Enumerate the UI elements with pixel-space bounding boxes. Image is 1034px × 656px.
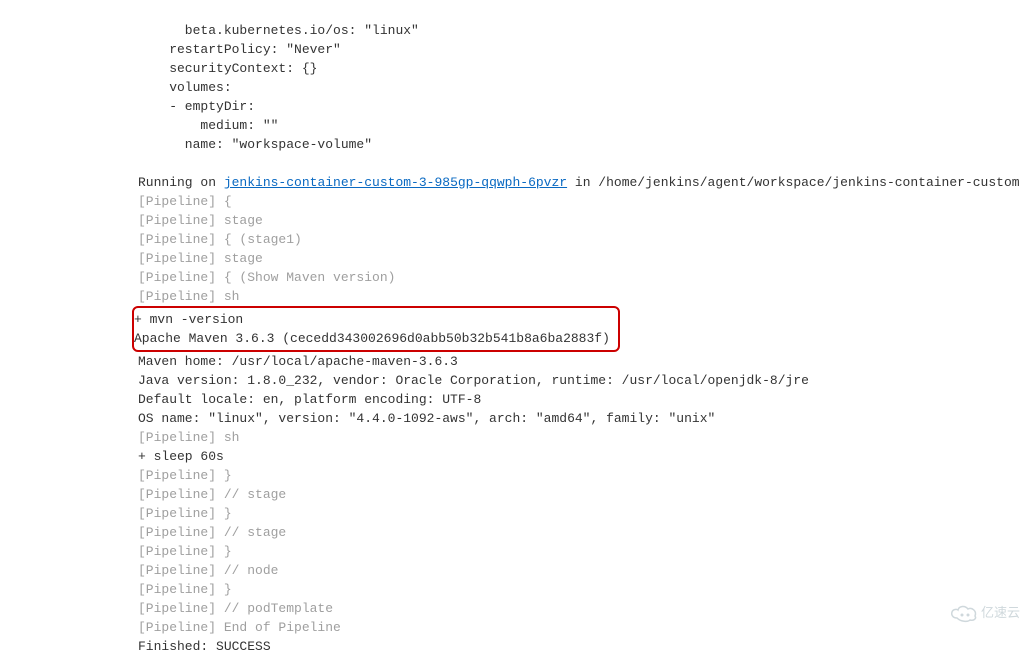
pipeline-line: [Pipeline] // stage	[138, 487, 286, 502]
mvn-version-result: Apache Maven 3.6.3 (cecedd343002696d0abb…	[134, 331, 610, 346]
mvn-version-cmd: + mvn -version	[134, 312, 243, 327]
yaml-line: medium: ""	[138, 118, 278, 133]
pipeline-line: [Pipeline] }	[138, 468, 232, 483]
pipeline-line: [Pipeline] stage	[138, 251, 263, 266]
pipeline-line: [Pipeline] // node	[138, 563, 278, 578]
finished-line: Finished: SUCCESS	[138, 639, 271, 654]
pipeline-line: [Pipeline] { (Show Maven version)	[138, 270, 395, 285]
yaml-line: volumes:	[138, 80, 232, 95]
pipeline-line: [Pipeline] {	[138, 194, 232, 209]
sleep-line: + sleep 60s	[138, 449, 224, 464]
java-version-line: Java version: 1.8.0_232, vendor: Oracle …	[138, 373, 809, 388]
yaml-line: name: "workspace-volume"	[138, 137, 372, 152]
pod-link[interactable]: jenkins-container-custom-3-985gp-qqwph-6…	[224, 175, 567, 190]
pipeline-line: [Pipeline] }	[138, 582, 232, 597]
os-line: OS name: "linux", version: "4.4.0-1092-a…	[138, 411, 715, 426]
watermark-text: 亿速云	[981, 602, 1020, 621]
pipeline-line: [Pipeline] // stage	[138, 525, 286, 540]
pipeline-line: [Pipeline] }	[138, 506, 232, 521]
pipeline-line: [Pipeline] { (stage1)	[138, 232, 302, 247]
yaml-line: securityContext: {}	[138, 61, 317, 76]
locale-line: Default locale: en, platform encoding: U…	[138, 392, 481, 407]
yaml-line: - emptyDir:	[138, 99, 255, 114]
pipeline-line: [Pipeline] // podTemplate	[138, 601, 333, 616]
pipeline-line: [Pipeline] }	[138, 544, 232, 559]
console-output: beta.kubernetes.io/os: "linux" restartPo…	[0, 0, 1034, 656]
highlight-box: + mvn -version Apache Maven 3.6.3 (ceced…	[132, 306, 620, 352]
running-on-line: Running on jenkins-container-custom-3-98…	[138, 175, 1020, 190]
watermark: 亿速云	[949, 602, 1020, 621]
pipeline-line: [Pipeline] stage	[138, 213, 263, 228]
pipeline-line: [Pipeline] sh	[138, 289, 239, 304]
cloud-logo-icon	[949, 603, 975, 621]
pipeline-line: [Pipeline] sh	[138, 430, 239, 445]
maven-home-line: Maven home: /usr/local/apache-maven-3.6.…	[138, 354, 458, 369]
yaml-line: beta.kubernetes.io/os: "linux"	[138, 23, 419, 38]
pipeline-line: [Pipeline] End of Pipeline	[138, 620, 341, 635]
yaml-line: restartPolicy: "Never"	[138, 42, 341, 57]
